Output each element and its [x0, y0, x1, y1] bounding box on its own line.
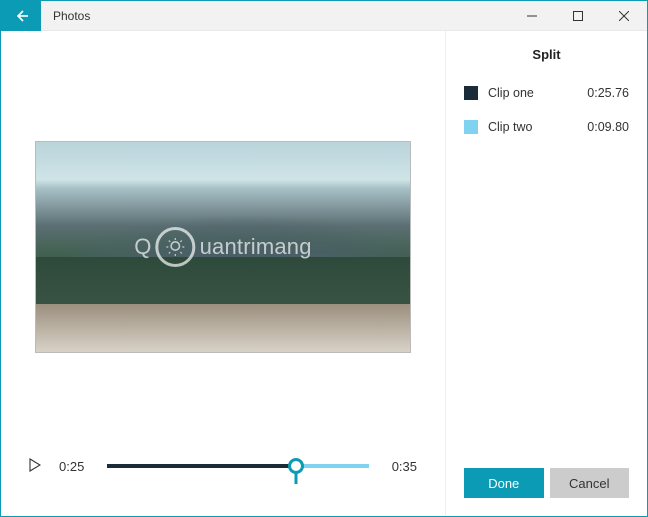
watermark-text: uantrimang	[200, 234, 312, 260]
video-preview[interactable]: Q uantrimang	[35, 141, 411, 353]
minimize-icon	[527, 11, 537, 21]
preview-pane: Q uantrimang 0:25	[1, 31, 445, 516]
total-time: 0:35	[383, 459, 417, 474]
split-playhead[interactable]	[288, 458, 304, 474]
done-button[interactable]: Done	[464, 468, 544, 498]
clip-one-duration: 0:25.76	[587, 86, 629, 100]
watermark-letter: Q	[134, 234, 151, 260]
window-controls	[509, 1, 647, 31]
clip-two-label: Clip two	[488, 120, 587, 134]
playhead-stem-icon	[294, 472, 297, 484]
arrow-left-icon	[13, 8, 29, 24]
panel-title: Split	[464, 47, 629, 62]
clip-two-swatch	[464, 120, 478, 134]
lightbulb-icon	[156, 227, 196, 267]
split-panel: Split Clip one 0:25.76 Clip two 0:09.80 …	[445, 31, 647, 516]
cancel-button[interactable]: Cancel	[550, 468, 630, 498]
close-icon	[619, 11, 629, 21]
content-body: Q uantrimang 0:25	[1, 31, 647, 516]
clip-row-two: Clip two 0:09.80	[464, 120, 629, 134]
back-button[interactable]	[1, 1, 41, 31]
app-title: Photos	[53, 9, 90, 23]
close-button[interactable]	[601, 1, 647, 31]
watermark: Q uantrimang	[134, 227, 311, 267]
panel-actions: Done Cancel	[464, 468, 629, 500]
app-window: Photos Q u	[0, 0, 648, 517]
clip-row-one: Clip one 0:25.76	[464, 86, 629, 100]
minimize-button[interactable]	[509, 1, 555, 31]
timeline-track	[107, 464, 369, 468]
titlebar: Photos	[1, 1, 647, 31]
play-icon	[29, 458, 41, 472]
clip-one-segment	[107, 464, 296, 468]
play-button[interactable]	[29, 458, 45, 475]
timeline[interactable]	[107, 454, 369, 478]
clip-two-segment	[296, 464, 369, 468]
clip-one-swatch	[464, 86, 478, 100]
clip-two-duration: 0:09.80	[587, 120, 629, 134]
current-time: 0:25	[59, 459, 93, 474]
clip-one-label: Clip one	[488, 86, 587, 100]
playback-controls: 0:25 0:35	[25, 454, 421, 478]
maximize-button[interactable]	[555, 1, 601, 31]
maximize-icon	[573, 11, 583, 21]
